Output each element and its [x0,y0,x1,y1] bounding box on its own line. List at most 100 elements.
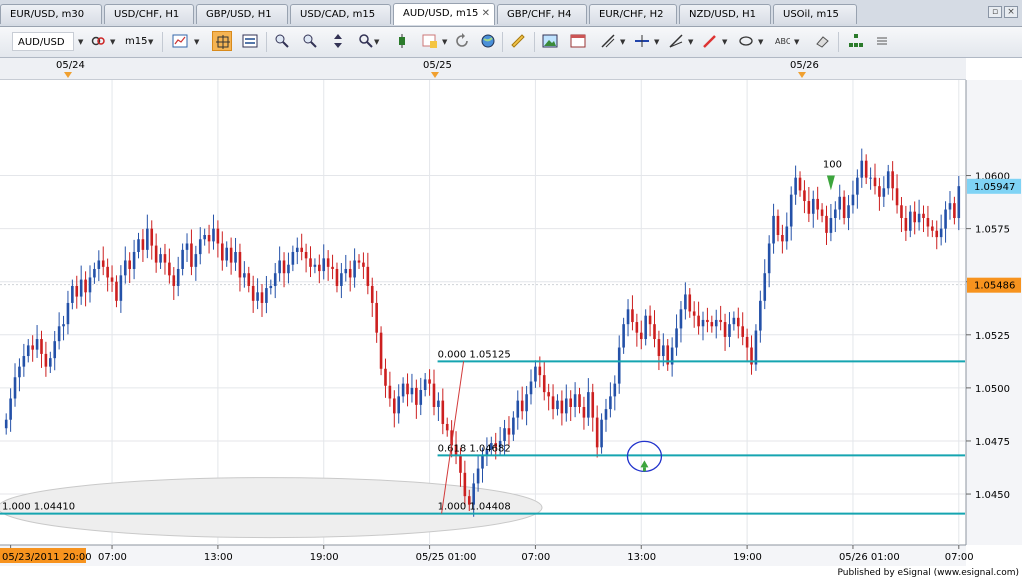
image-icon[interactable] [540,31,560,51]
chart-tab[interactable]: EUR/CHF, H2 [589,4,677,24]
candle-body [873,177,877,187]
more-options-icon[interactable] [872,31,892,51]
x-tick-label: 05/23/2011 20:00 [2,552,92,563]
trendline-icon[interactable] [666,31,686,51]
candle-body [529,381,533,395]
ellipse-icon[interactable] [736,31,756,51]
candle-body [238,251,242,278]
close-tab-icon[interactable]: ✕ [482,4,490,24]
candle-body [525,394,528,412]
candle-body [172,275,176,286]
candle-body [864,160,868,178]
chart-tab[interactable]: USOil, m15 [773,4,857,24]
candle-body [207,235,211,242]
candle-body [221,243,224,261]
candle-body [57,326,61,342]
chart-tab[interactable]: GBP/CHF, H4 [497,4,587,24]
fib-level-label: 1.000 1.04408 [438,502,511,513]
candle-body [944,209,947,229]
svg-text:ABC: ABC [775,37,790,46]
current-price-label: 1.05947 [974,182,1015,193]
candle-body [789,194,793,227]
candle-body [904,218,908,231]
text-tool-icon[interactable]: ABC [772,31,792,51]
restore-window-icon[interactable]: ▫ [988,6,1002,18]
candle-icon[interactable] [392,31,412,51]
candle-body [732,317,736,325]
template-icon[interactable] [420,31,440,51]
scroll-icon[interactable] [328,31,348,51]
candle-body [445,423,449,431]
candle-body [247,273,251,286]
org-chart-icon[interactable] [846,31,866,51]
chart-style-icon[interactable] [170,31,190,51]
candle-body [212,228,215,242]
globe-icon[interactable] [478,31,498,51]
candle-body [714,319,718,327]
candle-body [688,294,692,312]
chart-tab[interactable]: NZD/USD, H1 [679,4,771,24]
candle-body [736,317,740,327]
ruler-icon[interactable] [508,31,528,51]
pen-icon[interactable] [700,31,720,51]
candle-body [622,324,625,348]
candle-body [269,285,273,289]
candle-body [344,268,348,274]
candle-body [22,356,26,367]
candle-body [384,368,387,386]
symbol-selector[interactable]: AUD/USD [12,32,74,51]
chart-tab-label: USD/CHF, H1 [114,9,180,20]
candle-body [75,285,79,297]
horizontal-line-icon[interactable] [632,31,652,51]
chart-tab[interactable]: USD/CHF, H1 [104,4,194,24]
price-chart[interactable]: 1.06001.05751.05501.05251.05001.04751.04… [0,80,1022,566]
candle-body [410,387,414,395]
crosshair-cursor-icon[interactable] [212,31,232,51]
candle-body [542,375,546,393]
candle-body [119,275,123,301]
candle-body [564,398,568,414]
candle-body [834,209,837,219]
candle-body [291,251,295,265]
candle-body [362,262,365,267]
candle-body [154,245,158,263]
candle-body [807,201,811,214]
chart-tab[interactable]: GBP/USD, H1 [196,4,288,24]
candle-body [939,228,943,238]
candle-body [163,254,167,263]
candle-body [847,205,850,219]
window-icon[interactable] [568,31,588,51]
draw-lines-icon[interactable] [598,31,618,51]
candle-body [18,366,21,378]
candle-body [375,302,378,333]
zoom-out-icon[interactable] [300,31,320,51]
close-window-icon[interactable]: × [1004,6,1018,18]
link-chain-icon[interactable] [88,31,108,51]
candle-body [551,396,555,410]
date-marker-bar: 05/24 05/25 05/26 [0,58,966,80]
x-tick-label: 05/25 01:00 [416,552,477,563]
candle-body [507,428,511,435]
date-marker-0526: 05/26 [790,60,819,71]
candle-body [106,266,109,278]
data-window-icon[interactable] [240,31,260,51]
zoom-in-icon[interactable] [272,31,292,51]
candle-body [617,347,621,384]
candle-body [282,260,286,274]
candle-body [569,398,573,407]
refresh-icon[interactable] [452,31,472,51]
time-axis [0,545,966,566]
magnifier-icon[interactable] [356,31,376,51]
candle-body [176,268,180,286]
chart-tab[interactable]: AUD/USD, m15 ✕ [393,3,495,25]
date-marker-triangle [431,72,439,78]
candle-body [326,258,330,267]
candle-body [137,239,140,252]
chart-tab[interactable]: USD/CAD, m15 [290,4,391,24]
x-tick-label: 07:00 [98,552,127,563]
chart-tab[interactable]: EUR/USD, m30 [0,4,102,24]
candle-body [66,302,70,325]
candle-body [613,383,617,397]
candle-body [723,322,727,337]
eraser-icon[interactable] [812,31,832,51]
